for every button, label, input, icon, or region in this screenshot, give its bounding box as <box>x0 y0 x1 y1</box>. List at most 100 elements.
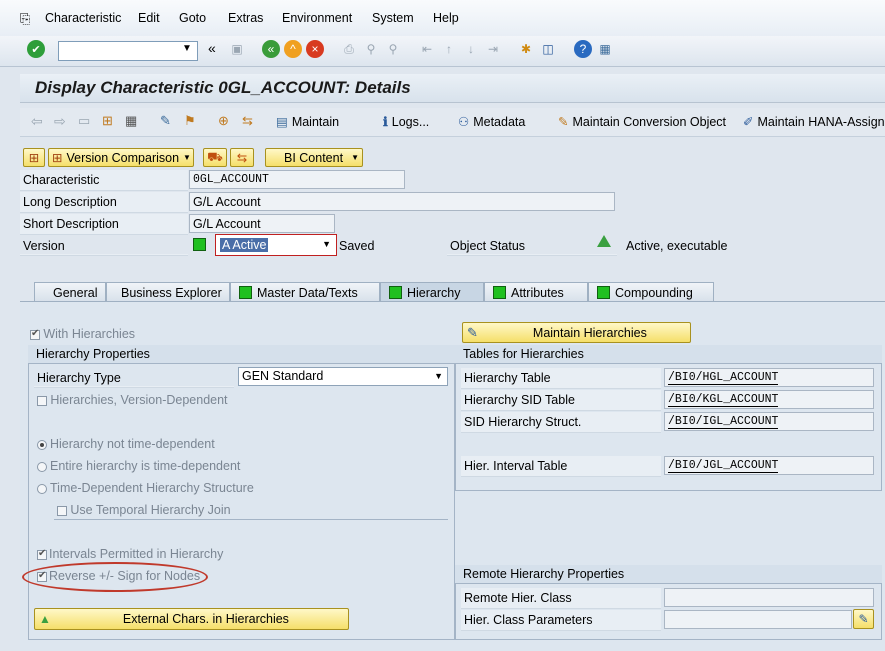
menu-help[interactable]: Help <box>433 11 459 25</box>
new-session-icon[interactable]: ✱ <box>517 40 535 58</box>
next-page-icon[interactable]: ↓ <box>462 40 480 58</box>
prev-page-icon[interactable]: ↑ <box>440 40 458 58</box>
activate-icon[interactable]: ⚑ <box>184 113 196 129</box>
forward-arrow-icon[interactable]: ⇨ <box>54 113 66 130</box>
back-arrow-icon[interactable]: ⇦ <box>31 113 43 130</box>
back-icon[interactable]: « <box>262 40 280 58</box>
hierarchy-type-dropdown[interactable]: GEN Standard ▼ <box>238 367 448 386</box>
entire-time-dependent-label: Entire hierarchy is time-dependent <box>50 459 241 473</box>
menu-goto[interactable]: Goto <box>179 11 206 25</box>
first-page-icon[interactable]: ⇤ <box>418 40 436 58</box>
entire-time-dependent-radio[interactable]: Entire hierarchy is time-dependent <box>37 459 240 473</box>
bi-content-label: BI Content <box>284 150 344 165</box>
transport-icon[interactable]: ⇆ <box>242 113 253 129</box>
class-params-field <box>664 610 852 629</box>
transport-button[interactable]: ⛟ <box>203 148 227 167</box>
maintain-conversion-button[interactable]: ✎ Maintain Conversion Object <box>558 114 727 130</box>
metadata-label: Metadata <box>473 114 526 129</box>
sid-struct-field: /BI0/IGL_ACCOUNT <box>664 412 874 431</box>
print-icon[interactable]: ⎙ <box>340 40 358 58</box>
tables-title: Tables for Hierarchies <box>455 345 882 364</box>
time-dep-structure-label: Time-Dependent Hierarchy Structure <box>50 481 254 495</box>
version-value: A Active <box>220 238 269 252</box>
green-status-icon <box>389 286 402 299</box>
version-dropdown[interactable]: A Active ▼ <box>215 234 337 256</box>
customize-layout-icon[interactable]: ▦ <box>596 40 614 58</box>
maintain-icon: ▤ <box>276 115 288 129</box>
version-status-icon <box>193 238 206 251</box>
hierarchy-type-label: Hierarchy Type <box>37 371 121 385</box>
logs-button[interactable]: ℹ Logs... <box>383 114 429 130</box>
cancel-icon[interactable]: × <box>306 40 324 58</box>
hierarchy-properties-title: Hierarchy Properties <box>28 345 455 364</box>
green-status-icon <box>597 286 610 299</box>
change-display-icon[interactable]: ✎ <box>160 113 171 129</box>
menu-system[interactable]: System <box>372 11 414 25</box>
tab-hierarchy[interactable]: Hierarchy <box>380 282 484 302</box>
maintain-hana-label: Maintain HANA-Assignm <box>757 114 885 129</box>
tab-attributes[interactable]: Attributes <box>484 282 588 302</box>
remote-title: Remote Hierarchy Properties <box>455 565 882 584</box>
tab-business-explorer[interactable]: Business Explorer <box>106 282 230 302</box>
last-page-icon[interactable]: ⇥ <box>484 40 502 58</box>
object-status-label: Object Status <box>450 239 526 253</box>
dropdown-arrow-icon: ▼ <box>351 153 359 162</box>
highlight-annotation <box>22 562 208 592</box>
label-bg <box>447 254 617 256</box>
version-comparison-label: Version Comparison <box>66 150 180 165</box>
collapse-icon[interactable]: « <box>208 40 216 56</box>
display-icon[interactable]: ▭ <box>78 113 90 129</box>
hierarchy-tree-icon: ⊞ <box>28 151 40 165</box>
maintain-hierarchies-button[interactable]: ✎ Maintain Hierarchies <box>462 322 691 343</box>
find-next-icon[interactable]: ⚲ <box>384 40 402 58</box>
info-icon: ℹ <box>383 115 388 129</box>
maintain-conversion-label: Maintain Conversion Object <box>572 114 727 129</box>
tab-master-data-texts[interactable]: Master Data/Texts <box>230 282 380 302</box>
help-icon[interactable]: ? <box>574 40 592 58</box>
menu-edit[interactable]: Edit <box>138 11 160 25</box>
version-status-text: Saved <box>339 239 375 253</box>
menu-extras[interactable]: Extras <box>228 11 263 25</box>
command-dropdown-icon[interactable]: ▼ <box>182 43 192 54</box>
page-title: Display Characteristic 0GL_ACCOUNT: Deta… <box>35 78 411 97</box>
version-comparison-button[interactable]: ⊞ Version Comparison ▼ <box>48 148 194 167</box>
tree-icon[interactable]: ⊞ <box>102 113 113 129</box>
find-icon[interactable]: ⚲ <box>362 40 380 58</box>
where-used-icon[interactable]: ⊕ <box>218 113 229 129</box>
maintain-button[interactable]: ▤ Maintain <box>276 114 339 130</box>
pencil-icon: ✎ <box>467 324 478 340</box>
sid-struct-value: /BI0/IGL_ACCOUNT <box>668 415 779 429</box>
triangle-icon: ▲ <box>39 612 51 626</box>
bi-content-button[interactable]: BI Content ▼ <box>265 148 363 167</box>
tab-compounding[interactable]: Compounding <box>588 282 714 302</box>
metadata-icon: ⚇ <box>458 115 470 129</box>
object-status-value: Active, executable <box>626 239 728 253</box>
with-hierarchies-checkbox[interactable]: With Hierarchies <box>30 327 135 341</box>
not-time-dependent-radio[interactable]: Hierarchy not time-dependent <box>37 437 215 451</box>
shortcut-icon[interactable]: ◫ <box>539 40 557 58</box>
version-dependent-checkbox[interactable]: Hierarchies, Version-Dependent <box>37 393 228 407</box>
hierarchy-tree-button[interactable]: ⊞ <box>23 148 45 167</box>
transfer-button[interactable]: ⇆ <box>230 148 254 167</box>
menu-environment[interactable]: Environment <box>282 11 352 25</box>
menu-characteristic[interactable]: Characteristic <box>45 11 121 25</box>
tab-general[interactable]: General <box>34 282 106 302</box>
status-triangle-icon <box>597 235 611 247</box>
sid-table-field: /BI0/KGL_ACCOUNT <box>664 390 874 409</box>
hier-table-field: /BI0/HGL_ACCOUNT <box>664 368 874 387</box>
exit-icon[interactable]: ^ <box>284 40 302 58</box>
temporal-join-checkbox[interactable]: Use Temporal Hierarchy Join <box>57 503 231 517</box>
menu-icon[interactable]: ⎘ <box>20 11 30 27</box>
edit-params-button[interactable]: ✎ <box>853 609 874 629</box>
class-params-label: Hier. Class Parameters <box>464 613 593 627</box>
intervals-permitted-checkbox[interactable]: Intervals Permitted in Hierarchy <box>37 547 223 561</box>
metadata-button[interactable]: ⚇ Metadata <box>458 114 526 130</box>
time-dep-structure-radio[interactable]: Time-Dependent Hierarchy Structure <box>37 481 254 495</box>
sid-struct-label: SID Hierarchy Struct. <box>464 415 582 429</box>
maintain-hana-button[interactable]: ✐ Maintain HANA-Assignm <box>743 114 885 130</box>
save-icon[interactable]: ▣ <box>228 40 246 58</box>
enter-icon[interactable]: ✔ <box>27 40 45 58</box>
command-field[interactable] <box>58 41 198 61</box>
table-icon[interactable]: ▦ <box>125 113 137 129</box>
external-chars-button[interactable]: ▲ External Chars. in Hierarchies <box>34 608 349 630</box>
